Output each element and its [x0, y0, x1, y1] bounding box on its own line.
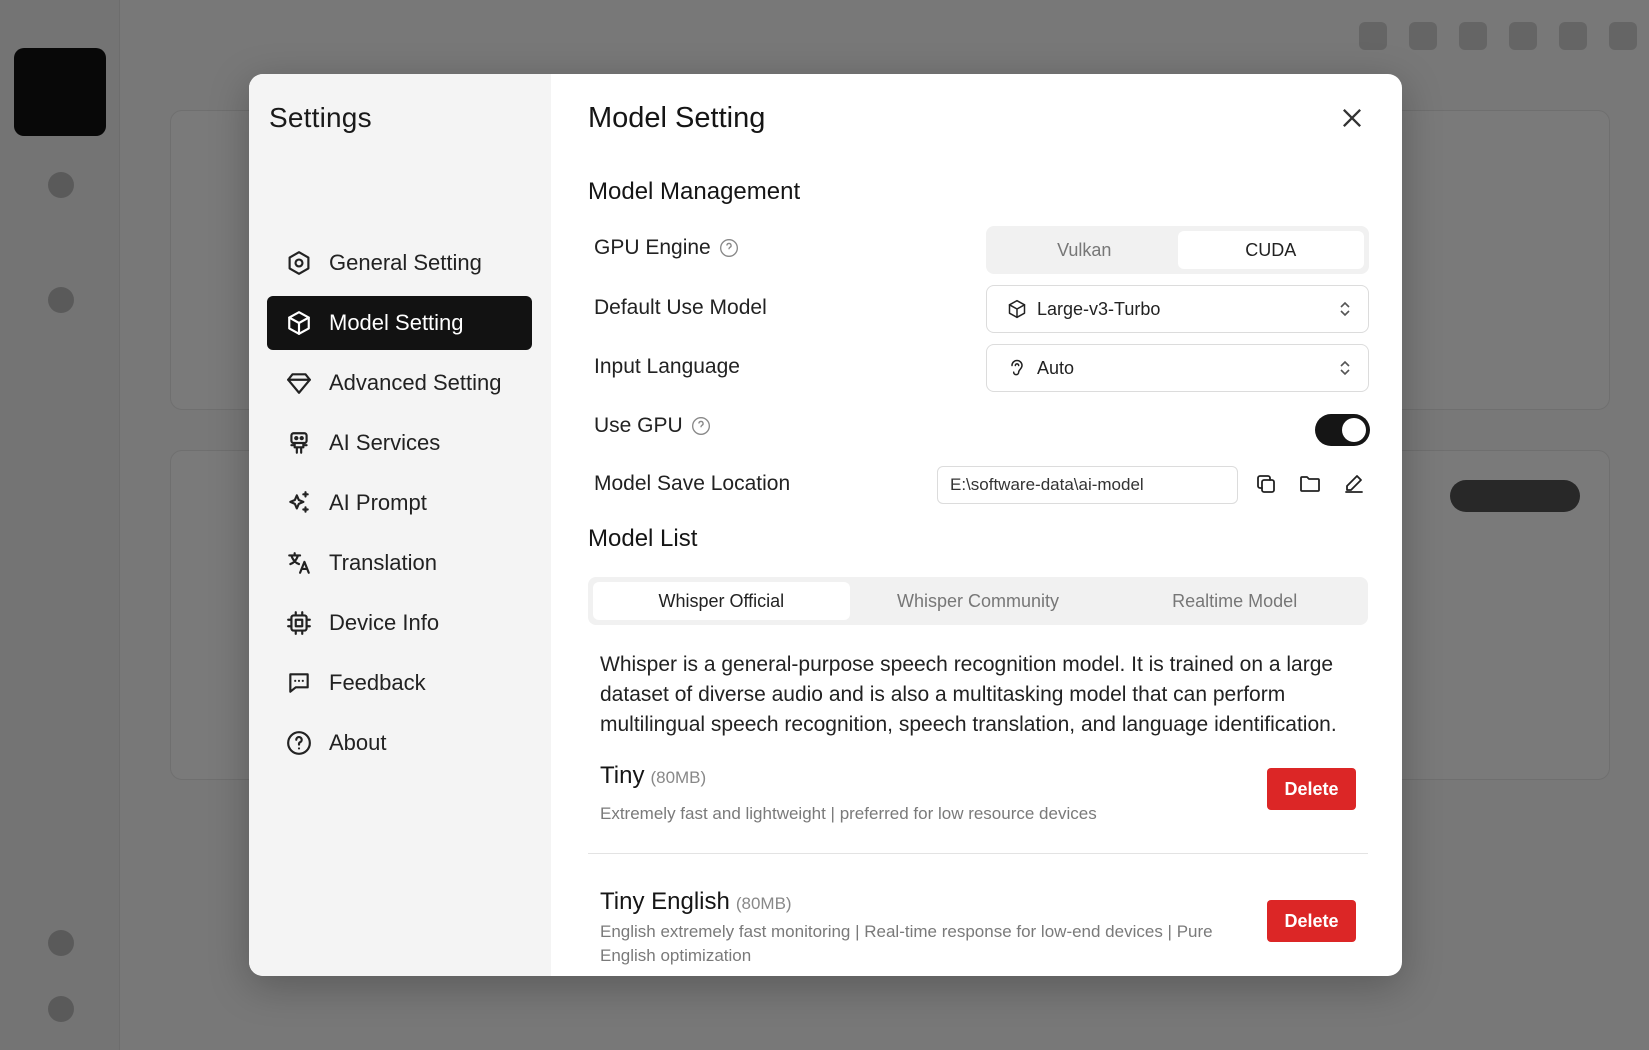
model-size: (80MB) — [650, 768, 707, 787]
translate-icon — [285, 549, 313, 577]
gpu-engine-label: GPU Engine — [594, 236, 711, 259]
close-icon — [1343, 109, 1361, 127]
robot-icon — [285, 429, 313, 457]
gpu-engine-segmented: Vulkan CUDA — [986, 226, 1369, 274]
nav-item-device-info[interactable]: Device Info — [267, 596, 532, 650]
nav-item-about[interactable]: About — [267, 716, 532, 770]
nav-item-label: Model Setting — [329, 310, 464, 335]
use-gpu-label: Use GPU — [594, 414, 683, 437]
settings-title: Settings — [269, 102, 372, 133]
model-description: English extremely fast monitoring | Real… — [600, 922, 1213, 965]
gpu-engine-row: GPU Engine — [594, 236, 739, 260]
nav-item-label: Device Info — [329, 610, 440, 635]
input-language-select[interactable]: Auto — [986, 344, 1369, 392]
message-icon — [285, 669, 313, 697]
tab-whisper-official[interactable]: Whisper Official — [593, 582, 850, 620]
chevron-updown-icon — [1338, 300, 1352, 318]
help-icon[interactable] — [691, 416, 711, 436]
input-language-value: Auto — [1037, 357, 1075, 378]
default-model-label: Default Use Model — [594, 296, 767, 319]
model-list-description: Whisper is a general-purpose speech reco… — [600, 653, 1337, 736]
diamond-icon — [285, 369, 313, 397]
close-button[interactable] — [1338, 104, 1366, 132]
copy-icon[interactable] — [1254, 472, 1278, 496]
toggle-knob — [1342, 418, 1366, 442]
nav-item-label: AI Services — [329, 430, 441, 455]
default-model-select[interactable]: Large-v3-Turbo — [986, 285, 1369, 333]
cube-icon — [285, 309, 313, 337]
model-name: Tiny (80MB) — [600, 762, 706, 790]
nav-item-model-setting[interactable]: Model Setting — [267, 296, 532, 350]
nav-item-translation[interactable]: Translation — [267, 536, 532, 590]
chevron-updown-icon — [1338, 359, 1352, 377]
model-name-text: Tiny — [600, 762, 645, 789]
settings-content: Model Setting Model Management GPU Engin… — [551, 74, 1402, 976]
use-gpu-toggle[interactable] — [1315, 414, 1370, 446]
nav-item-label: Feedback — [329, 670, 426, 695]
model-name: Tiny English (80MB) — [600, 888, 792, 916]
nav-item-label: Translation — [329, 550, 438, 575]
settings-nav: General Setting Model Setting Advanced S… — [267, 236, 532, 776]
nav-item-label: Advanced Setting — [329, 370, 502, 395]
nav-item-feedback[interactable]: Feedback — [267, 656, 532, 710]
save-location-label: Model Save Location — [594, 472, 791, 495]
ear-icon — [1007, 358, 1027, 378]
delete-button[interactable]: Delete — [1267, 768, 1356, 810]
nav-item-label: About — [329, 730, 387, 755]
list-item: Tiny (80MB) Extremely fast and lightweigh… — [588, 754, 1368, 854]
save-location-actions — [1254, 472, 1366, 496]
settings-modal: Settings General Setting Model Setting A… — [249, 74, 1402, 976]
cpu-icon — [285, 609, 313, 637]
list-item: Tiny English (80MB) English extremely fas… — [588, 854, 1368, 976]
save-location-input[interactable] — [937, 466, 1238, 504]
edit-icon[interactable] — [1342, 472, 1366, 496]
cube-icon — [1007, 299, 1027, 319]
nav-item-advanced-setting[interactable]: Advanced Setting — [267, 356, 532, 410]
default-model-value: Large-v3-Turbo — [1037, 298, 1161, 319]
model-size: (80MB) — [735, 894, 792, 913]
panel-title: Model Setting — [588, 102, 766, 134]
nav-item-general-setting[interactable]: General Setting — [267, 236, 532, 290]
use-gpu-row: Use GPU — [594, 414, 711, 438]
model-list-tabs: Whisper Official Whisper Community Realt… — [588, 577, 1368, 625]
input-language-label: Input Language — [594, 355, 740, 378]
model-management-title: Model Management — [588, 178, 801, 205]
settings-sidebar: Settings General Setting Model Setting A… — [249, 74, 551, 976]
model-description: Extremely fast and lightweight | preferr… — [600, 804, 1097, 823]
help-circle-icon — [285, 729, 313, 757]
nav-item-label: General Setting — [329, 250, 482, 275]
folder-icon[interactable] — [1298, 472, 1322, 496]
help-icon[interactable] — [719, 238, 739, 258]
nav-item-ai-services[interactable]: AI Services — [267, 416, 532, 470]
delete-button[interactable]: Delete — [1267, 900, 1356, 942]
nav-item-label: AI Prompt — [329, 490, 427, 515]
gpu-engine-option-vulkan[interactable]: Vulkan — [991, 231, 1178, 269]
sparkles-icon — [285, 489, 313, 517]
tab-realtime-model[interactable]: Realtime Model — [1106, 582, 1363, 620]
model-name-text: Tiny English — [600, 888, 730, 915]
settings-hexagon-icon — [285, 249, 313, 277]
tab-whisper-community[interactable]: Whisper Community — [850, 582, 1107, 620]
nav-item-ai-prompt[interactable]: AI Prompt — [267, 476, 532, 530]
model-list-title: Model List — [588, 525, 698, 552]
gpu-engine-option-cuda[interactable]: CUDA — [1177, 231, 1364, 269]
